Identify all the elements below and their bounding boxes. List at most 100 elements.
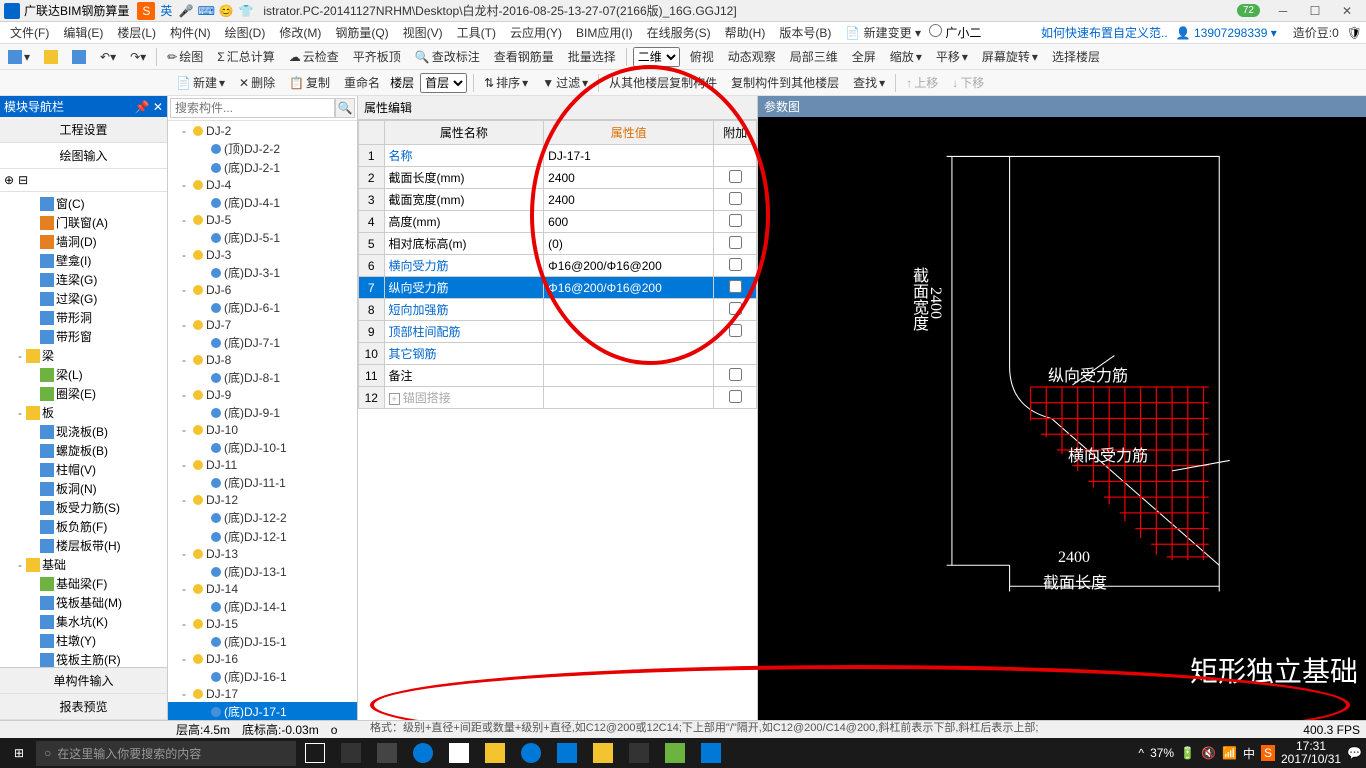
component-tree-item[interactable]: -DJ-12 [168,492,357,508]
att-checkbox[interactable] [729,170,742,183]
batch-select-button[interactable]: 批量选择 [564,46,620,67]
clock[interactable]: 17:31 2017/10/31 [1281,740,1341,766]
att-checkbox[interactable] [729,368,742,381]
viewport-canvas[interactable]: 截面宽度 2400 2400 截面长度 纵向受力筋 横向受力筋 矩形独立基础 [758,117,1366,720]
search-input[interactable] [170,98,335,118]
sum-button[interactable]: Σ 汇总计算 [213,46,278,67]
move-down-button[interactable]: ↓ 下移 [948,72,988,93]
sogou-tray-icon[interactable]: S [1261,745,1275,761]
nav-tree-item[interactable]: 墙洞(D) [0,232,167,251]
property-row[interactable]: 4高度(mm)600 [359,211,757,233]
menu-version[interactable]: 版本号(B) [773,22,837,43]
component-tree-item[interactable]: (底)DJ-8-1 [168,368,357,387]
att-checkbox[interactable] [729,390,742,403]
nav-tree-item[interactable]: 集水坑(K) [0,612,167,631]
att-checkbox[interactable] [729,302,742,315]
floor-select[interactable]: 首层 [420,73,467,93]
ie-icon[interactable] [514,740,548,766]
menu-edit[interactable]: 编辑(E) [57,22,109,43]
nav-tree-item[interactable]: 基础梁(F) [0,574,167,593]
ime-tray[interactable]: 中 [1243,745,1255,762]
redo-button[interactable]: ↷▾ [126,48,150,66]
nav-tree-item[interactable]: 板受力筋(S) [0,498,167,517]
fullscreen-button[interactable]: 全屏 [848,46,880,67]
draw-button[interactable]: ✏ 绘图 [163,46,207,67]
badge[interactable]: 72 [1237,4,1260,17]
expand-icon[interactable]: ⊕ [4,173,14,187]
nav-tree-item[interactable]: 过梁(G) [0,289,167,308]
copy-from-floor-button[interactable]: 从其他楼层复制构件 [605,72,721,93]
filter-button[interactable]: ▼ 过滤▾ [538,72,592,93]
delete-comp-button[interactable]: ✕ 删除 [235,72,279,93]
top-view-button[interactable]: 俯视 [686,46,718,67]
network-icon[interactable]: 🔇 [1201,746,1216,760]
component-tree-item[interactable]: (底)DJ-10-1 [168,438,357,457]
taskbar-search[interactable]: ○ 在这里输入你要搜索的内容 [36,741,296,766]
find-button[interactable]: 查找▾ [849,72,889,93]
edge-icon[interactable] [406,740,440,766]
nav-tree-item[interactable]: 现浇板(B) [0,422,167,441]
component-tree-item[interactable]: (底)DJ-4-1 [168,193,357,212]
menu-rebar[interactable]: 钢筋量(Q) [329,22,394,43]
user-radio[interactable]: 广小二 [929,24,981,41]
att-checkbox[interactable] [729,214,742,227]
nav-tree-item[interactable]: 柱帽(V) [0,460,167,479]
nav-tree-item[interactable]: 板洞(N) [0,479,167,498]
property-row[interactable]: 2截面长度(mm)2400 [359,167,757,189]
select-floor-button[interactable]: 选择楼层 [1048,46,1104,67]
tray-expand-icon[interactable]: ^ [1138,746,1144,760]
app-icon-2[interactable] [370,740,404,766]
nav-tree-item[interactable]: 梁(L) [0,365,167,384]
volume-icon[interactable]: 📶 [1222,746,1237,760]
menu-draw[interactable]: 绘图(D) [219,22,272,43]
undo-button[interactable]: ↶▾ [96,48,120,66]
store-icon[interactable] [442,740,476,766]
new-change-button[interactable]: 📄 新建变更 ▾ [839,22,927,43]
new-comp-button[interactable]: 📄 新建▾ [172,72,229,93]
menu-file[interactable]: 文件(F) [4,22,55,43]
component-tree-item[interactable]: (底)DJ-16-1 [168,667,357,686]
copy-to-floor-button[interactable]: 复制构件到其他楼层 [727,72,843,93]
att-checkbox[interactable] [729,280,742,293]
component-tree-item[interactable]: -DJ-16 [168,651,357,667]
component-tree-item[interactable]: -DJ-9 [168,387,357,403]
app-icon-3[interactable] [550,740,584,766]
component-tree-item[interactable]: -DJ-2 [168,123,357,139]
cloud-check-button[interactable]: ☁ 云检查 [285,46,343,67]
menu-view[interactable]: 视图(V) [397,22,449,43]
zoom-button[interactable]: 缩放▾ [886,46,926,67]
nav-tree-item[interactable]: 筏板基础(M) [0,593,167,612]
menu-online[interactable]: 在线服务(S) [641,22,717,43]
menu-help[interactable]: 帮助(H) [719,22,772,43]
open-button[interactable] [40,48,62,66]
minimize-button[interactable]: ─ [1268,1,1298,21]
view-rebar-button[interactable]: 查看钢筋量 [490,46,558,67]
ime-kbd-icon[interactable]: ⌨ [197,2,215,20]
phone-label[interactable]: 👤 13907298339 ▾ [1176,26,1277,40]
close-button[interactable]: ✕ [1332,1,1362,21]
maximize-button[interactable]: ☐ [1300,1,1330,21]
move-up-button[interactable]: ↑ 上移 [902,72,942,93]
att-checkbox[interactable] [729,324,742,337]
nav-tree-item[interactable]: 螺旋板(B) [0,441,167,460]
property-row[interactable]: 10其它钢筋 [359,343,757,365]
component-tree-item[interactable]: (底)DJ-13-1 [168,562,357,581]
nav-tab-draw[interactable]: 绘图输入 [0,143,167,169]
nav-tree-item[interactable]: 圈梁(E) [0,384,167,403]
property-row[interactable]: 11备注 [359,365,757,387]
ime-skin-icon[interactable]: 👕 [237,2,255,20]
app-icon-7[interactable] [694,740,728,766]
explorer-icon[interactable] [478,740,512,766]
menu-bim[interactable]: BIM应用(I) [570,22,639,43]
nav-tree-item[interactable]: -板 [0,403,167,422]
nav-tree-item[interactable]: 连梁(G) [0,270,167,289]
nav-tab-settings[interactable]: 工程设置 [0,117,167,143]
att-checkbox[interactable] [729,258,742,271]
component-tree-item[interactable]: -DJ-5 [168,212,357,228]
att-checkbox[interactable] [729,236,742,249]
property-row[interactable]: 5相对底标高(m)(0) [359,233,757,255]
component-tree-item[interactable]: (顶)DJ-2-2 [168,139,357,158]
copy-comp-button[interactable]: 📋 复制 [285,72,334,93]
component-tree-item[interactable]: (底)DJ-17-1 [168,702,357,720]
nav-tree-item[interactable]: 壁龛(I) [0,251,167,270]
